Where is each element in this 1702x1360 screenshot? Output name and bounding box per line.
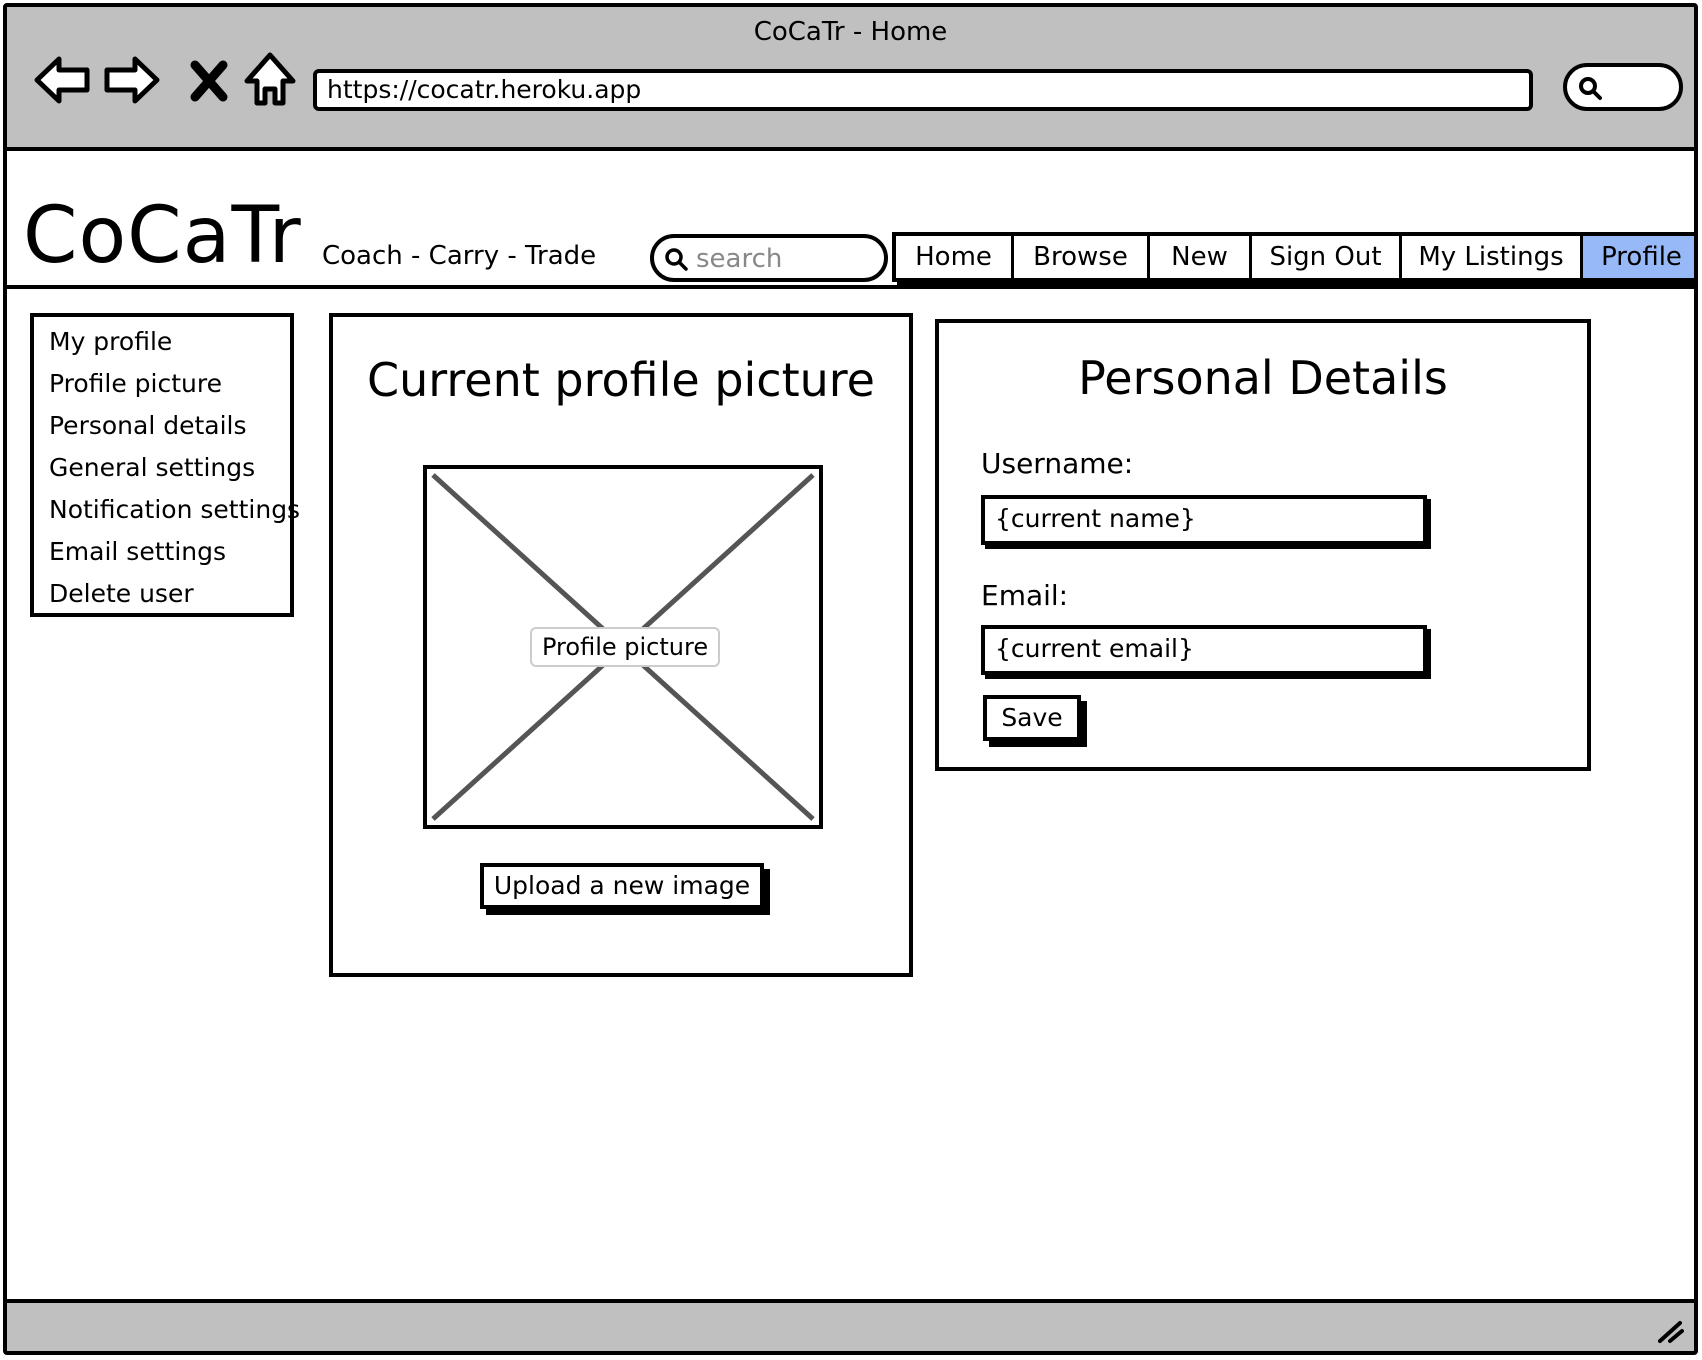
search-icon bbox=[664, 247, 688, 271]
profile-picture-heading: Current profile picture bbox=[367, 353, 875, 407]
resize-grip-icon[interactable] bbox=[1654, 1313, 1686, 1345]
tab-my-listings[interactable]: My Listings bbox=[1402, 236, 1583, 278]
back-arrow-icon[interactable] bbox=[33, 49, 95, 111]
email-label: Email: bbox=[981, 579, 1069, 612]
email-field[interactable]: {current email} bbox=[981, 625, 1427, 675]
search-input[interactable]: search bbox=[650, 234, 888, 282]
tab-new[interactable]: New bbox=[1150, 236, 1252, 278]
upload-image-button[interactable]: Upload a new image bbox=[480, 863, 764, 909]
browser-chrome: CoCaTr - Home https://cocatr.heroku.app bbox=[7, 7, 1694, 151]
close-icon[interactable] bbox=[183, 49, 235, 111]
forward-arrow-icon[interactable] bbox=[99, 49, 161, 111]
side-menu-delete-user[interactable]: Delete user bbox=[49, 575, 290, 617]
home-icon[interactable] bbox=[239, 49, 301, 111]
personal-details-heading: Personal Details bbox=[1078, 351, 1448, 405]
side-menu-email-settings[interactable]: Email settings bbox=[49, 533, 290, 575]
search-placeholder: search bbox=[696, 244, 783, 274]
profile-picture-placeholder: Profile picture bbox=[423, 465, 823, 829]
side-menu-my-profile[interactable]: My profile bbox=[49, 323, 290, 365]
placeholder-label: Profile picture bbox=[530, 627, 721, 667]
side-menu-general-settings[interactable]: General settings bbox=[49, 449, 290, 491]
side-menu-notification-settings[interactable]: Notification settings bbox=[49, 491, 300, 533]
url-bar[interactable]: https://cocatr.heroku.app bbox=[313, 69, 1533, 111]
app-header: CoCaTr Coach - Carry - Trade search Home… bbox=[7, 151, 1694, 289]
search-icon bbox=[1577, 75, 1603, 101]
profile-side-menu: My profile Profile picture Personal deta… bbox=[30, 313, 300, 617]
tab-sign-out[interactable]: Sign Out bbox=[1252, 236, 1402, 278]
window-title: CoCaTr - Home bbox=[753, 17, 948, 47]
site-logo[interactable]: CoCaTr bbox=[23, 191, 302, 281]
tab-browse[interactable]: Browse bbox=[1014, 236, 1150, 278]
tab-home[interactable]: Home bbox=[896, 236, 1014, 278]
browser-window: CoCaTr - Home https://cocatr.heroku.app … bbox=[3, 3, 1698, 1355]
side-menu-profile-picture[interactable]: Profile picture bbox=[49, 365, 290, 407]
profile-picture-panel: Current profile picture Profile picture … bbox=[329, 313, 913, 977]
main-nav: Home Browse New Sign Out My Listings Pro… bbox=[892, 232, 1694, 282]
status-bar bbox=[7, 1299, 1694, 1351]
save-button[interactable]: Save bbox=[983, 695, 1081, 741]
side-menu-personal-details[interactable]: Personal details bbox=[49, 407, 290, 449]
site-tagline: Coach - Carry - Trade bbox=[322, 241, 597, 271]
personal-details-panel: Personal Details Username: {current name… bbox=[935, 319, 1591, 771]
username-label: Username: bbox=[981, 447, 1134, 480]
tab-profile[interactable]: Profile bbox=[1583, 236, 1694, 278]
browser-search-field[interactable] bbox=[1563, 63, 1683, 111]
username-field[interactable]: {current name} bbox=[981, 495, 1427, 545]
